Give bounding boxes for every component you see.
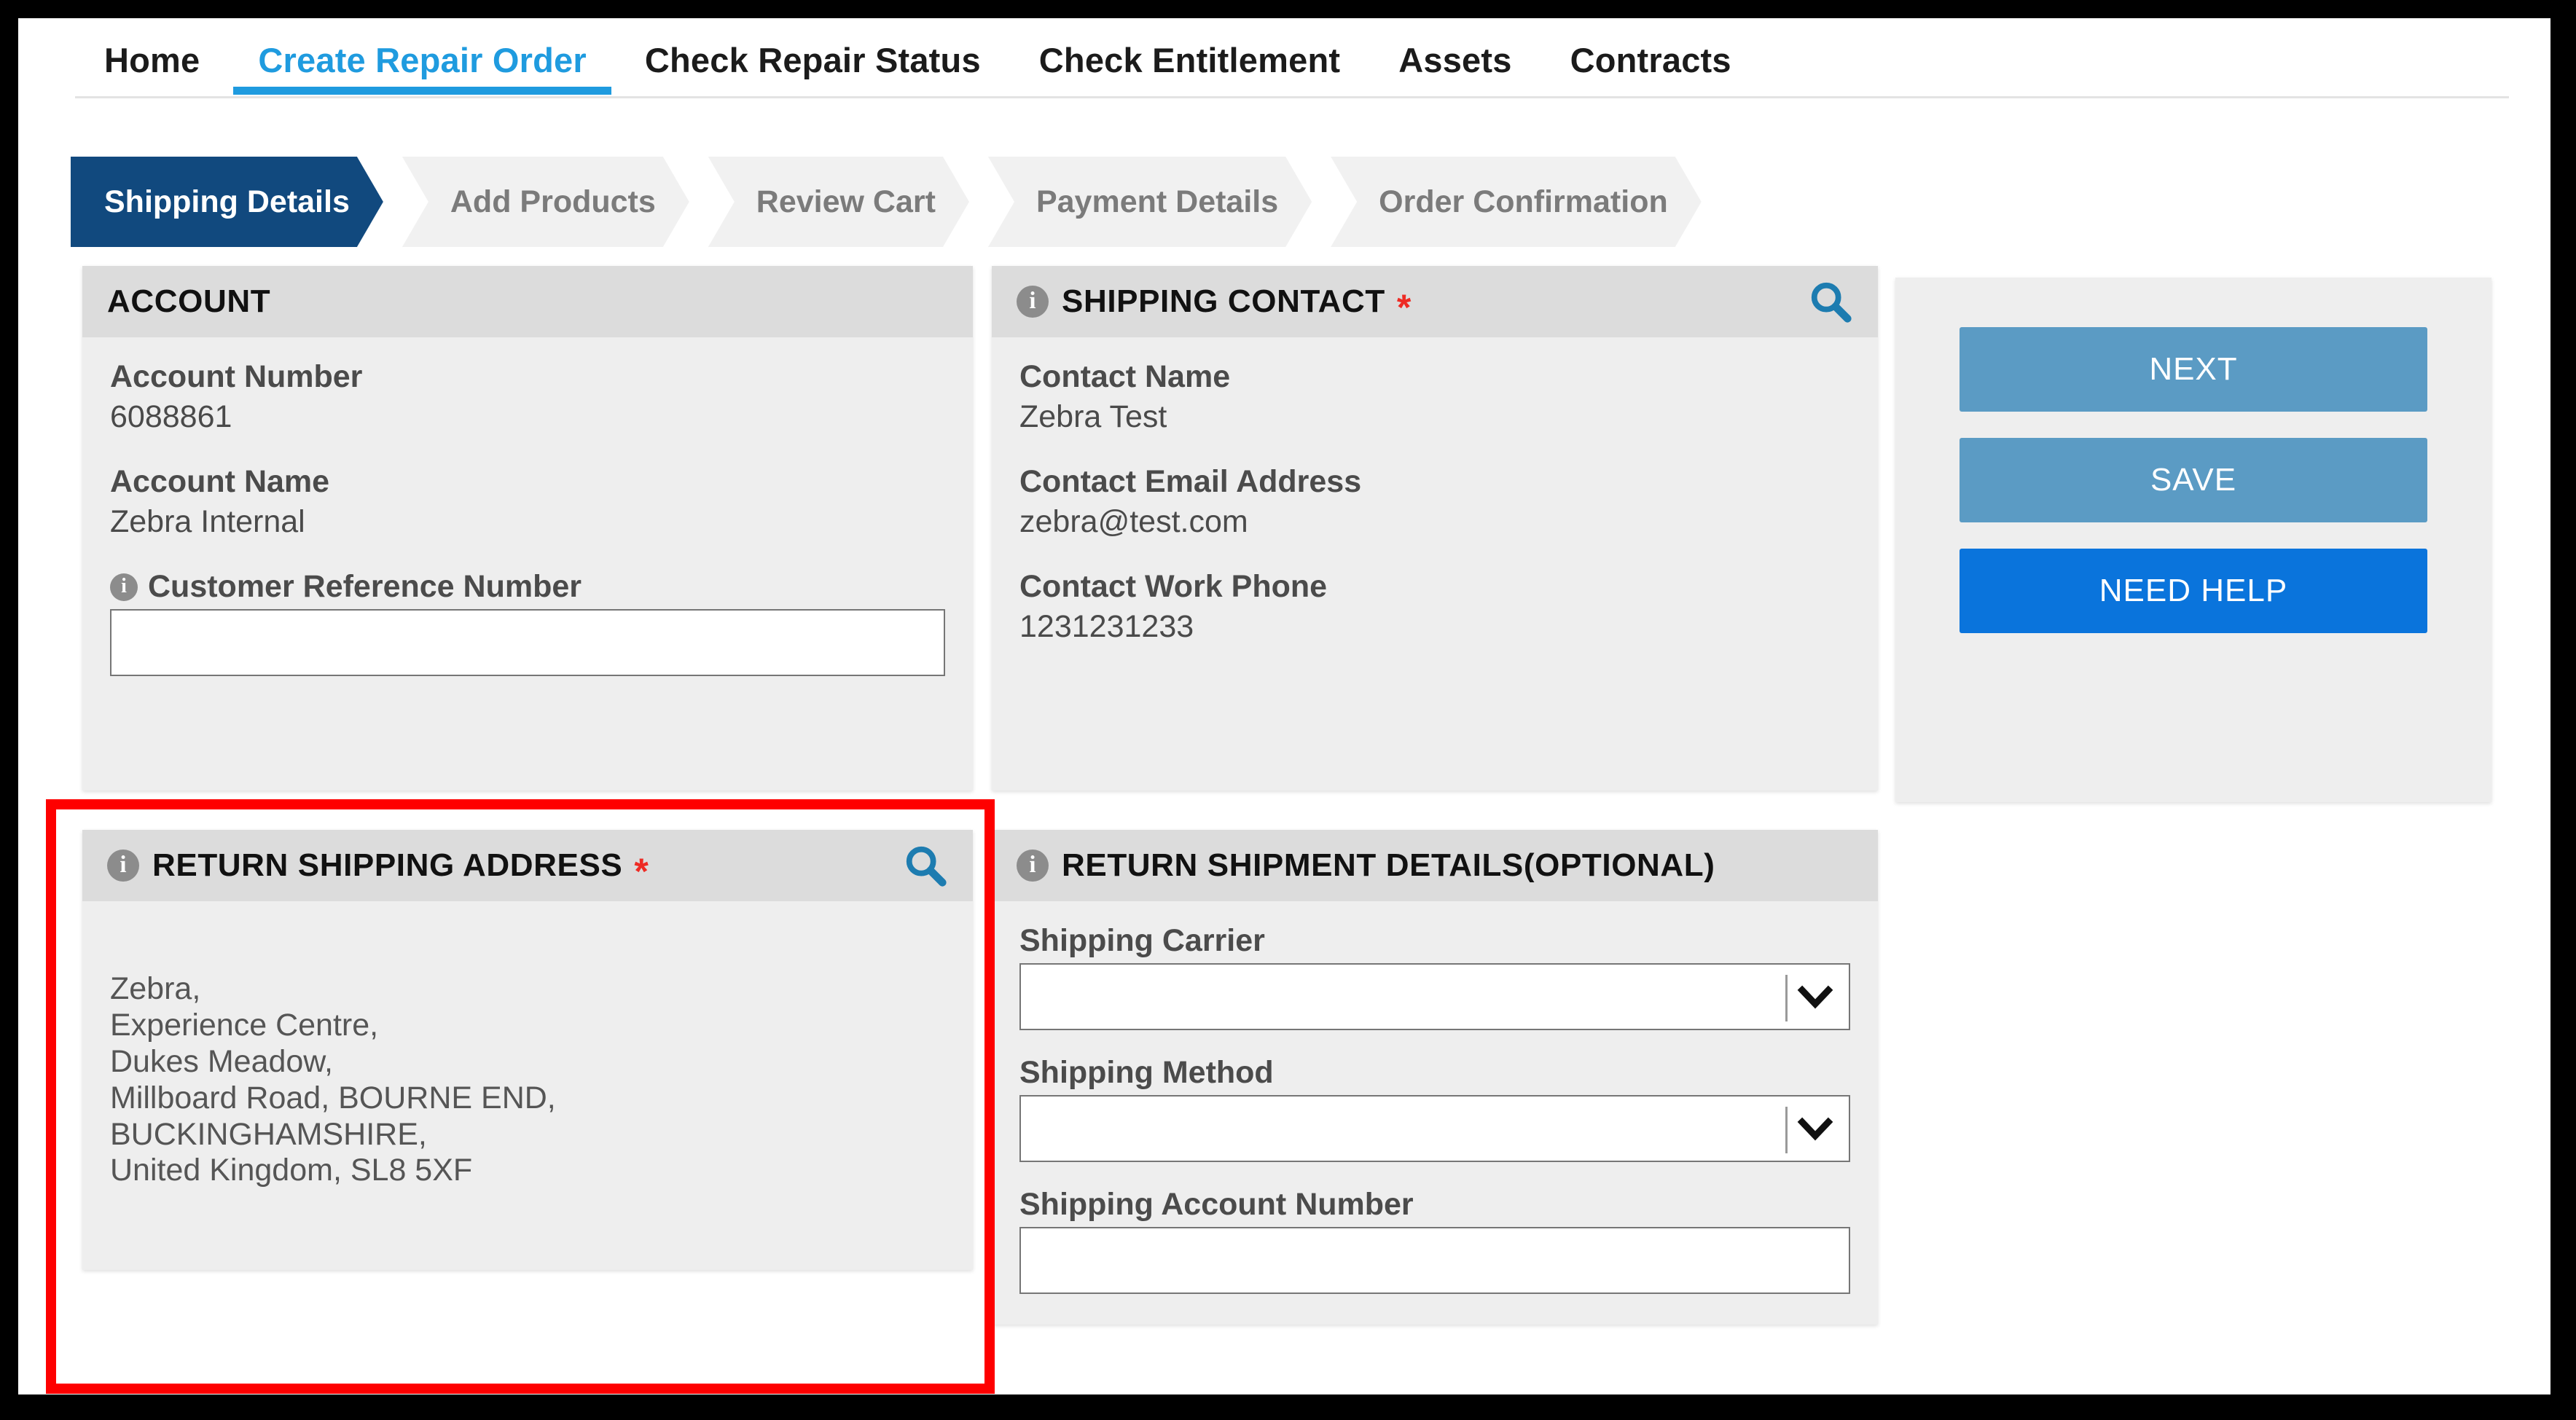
address-line: United Kingdom, SL8 5XF <box>110 1153 473 1188</box>
contact-work-phone-value: 1231231233 <box>1019 609 1194 644</box>
shipping-contact-title: SHIPPING CONTACT <box>1062 283 1385 319</box>
customer-reference-number-label: i Customer Reference Number <box>110 569 945 605</box>
nav-tab-check-repair-status[interactable]: Check Repair Status <box>616 18 1010 101</box>
nav-tab-home[interactable]: Home <box>75 18 229 101</box>
contact-email-label: Contact Email Address <box>1019 464 1362 499</box>
return-shipment-details-title: RETURN SHIPMENT DETAILS(OPTIONAL) <box>1062 847 1715 883</box>
wizard-steps: Shipping Details Add Products Review Car… <box>71 157 1720 247</box>
info-icon: i <box>1017 850 1049 882</box>
nav-tab-check-entitlement[interactable]: Check Entitlement <box>1010 18 1369 101</box>
account-panel: ACCOUNT Account Number 6088861 Account N… <box>82 266 973 791</box>
account-number-label: Account Number <box>110 359 363 394</box>
select-divider <box>1785 975 1788 1021</box>
search-icon[interactable] <box>903 843 948 888</box>
address-line: Millboard Road, BOURNE END, <box>110 1080 556 1115</box>
account-panel-header: ACCOUNT <box>82 266 973 337</box>
shipping-contact-body: Contact Name Zebra Test Contact Email Ad… <box>992 337 1878 671</box>
return-shipping-address-body: Zebra, Experience Centre, Dukes Meadow, … <box>82 901 973 1270</box>
next-button[interactable]: NEXT <box>1960 327 2427 412</box>
info-icon-glyph: i <box>120 851 127 878</box>
shipping-contact-header: i SHIPPING CONTACT * <box>992 266 1878 337</box>
return-shipping-address-title: RETURN SHIPPING ADDRESS <box>152 847 623 883</box>
contact-email-value: zebra@test.com <box>1019 504 1248 539</box>
return-shipment-details-body: Shipping Carrier Shipping Method Shippin… <box>992 901 1878 1325</box>
account-panel-title: ACCOUNT <box>107 283 271 319</box>
required-marker: * <box>634 851 649 892</box>
address-line: Dukes Meadow, <box>110 1043 333 1079</box>
nav-tab-list: Home Create Repair Order Check Repair St… <box>75 18 1761 101</box>
customer-reference-number-label-text: Customer Reference Number <box>148 569 582 604</box>
need-help-button[interactable]: NEED HELP <box>1960 549 2427 633</box>
shipping-method-select[interactable] <box>1019 1095 1850 1162</box>
wizard-step-review-cart[interactable]: Review Cart <box>708 157 969 247</box>
main-navigation: Home Create Repair Order Check Repair St… <box>18 18 2550 101</box>
wizard-step-add-products[interactable]: Add Products <box>402 157 689 247</box>
account-number-value: 6088861 <box>110 399 232 434</box>
contact-name-label: Contact Name <box>1019 359 1231 394</box>
right-column: NEXT SAVE NEED HELP <box>1895 278 2491 802</box>
info-icon-glyph: i <box>121 574 127 597</box>
info-icon: i <box>107 850 139 882</box>
info-icon-glyph: i <box>1029 851 1036 878</box>
info-icon-glyph: i <box>1029 287 1036 314</box>
chevron-down-icon <box>1797 985 1833 1009</box>
shipping-contact-panel: i SHIPPING CONTACT * Contact Name Zebra … <box>992 266 1878 791</box>
contact-name-value: Zebra Test <box>1019 399 1167 434</box>
account-name-label: Account Name <box>110 464 330 499</box>
nav-tab-assets[interactable]: Assets <box>1369 18 1540 101</box>
select-divider <box>1785 1107 1788 1153</box>
return-shipment-details-header: i RETURN SHIPMENT DETAILS(OPTIONAL) <box>992 830 1878 901</box>
customer-reference-number-input[interactable] <box>110 609 945 676</box>
wizard-step-payment-details[interactable]: Payment Details <box>988 157 1312 247</box>
shipping-carrier-label: Shipping Carrier <box>1019 923 1265 958</box>
shipping-account-number-input[interactable] <box>1019 1227 1850 1294</box>
nav-divider <box>75 96 2509 98</box>
left-column: ACCOUNT Account Number 6088861 Account N… <box>82 266 973 1270</box>
required-marker: * <box>1396 287 1412 328</box>
return-shipping-address-panel: i RETURN SHIPPING ADDRESS * Zebra, Exper… <box>82 830 973 1270</box>
save-button[interactable]: SAVE <box>1960 438 2427 522</box>
return-shipping-address-header: i RETURN SHIPPING ADDRESS * <box>82 830 973 901</box>
contact-work-phone-label: Contact Work Phone <box>1019 569 1328 604</box>
nav-tab-contracts[interactable]: Contracts <box>1541 18 1761 101</box>
actions-panel: NEXT SAVE NEED HELP <box>1895 278 2491 802</box>
return-shipment-details-panel: i RETURN SHIPMENT DETAILS(OPTIONAL) Ship… <box>992 830 1878 1325</box>
shipping-account-number-label: Shipping Account Number <box>1019 1187 1414 1222</box>
nav-tab-create-repair-order[interactable]: Create Repair Order <box>229 18 615 101</box>
middle-column: i SHIPPING CONTACT * Contact Name Zebra … <box>992 266 1878 1325</box>
address-line: BUCKINGHAMSHIRE, <box>110 1116 427 1152</box>
wizard-step-shipping-details[interactable]: Shipping Details <box>71 157 383 247</box>
wizard-step-order-confirmation[interactable]: Order Confirmation <box>1331 157 1702 247</box>
address-line: Experience Centre, <box>110 1007 379 1043</box>
info-icon: i <box>110 573 138 601</box>
chevron-down-icon <box>1797 1117 1833 1141</box>
account-name-value: Zebra Internal <box>110 504 305 539</box>
address-line: Zebra, <box>110 971 201 1006</box>
app-window: Home Create Repair Order Check Repair St… <box>18 18 2550 1394</box>
shipping-method-label: Shipping Method <box>1019 1055 1274 1090</box>
search-icon[interactable] <box>1808 279 1853 324</box>
shipping-carrier-select[interactable] <box>1019 963 1850 1030</box>
account-panel-body: Account Number 6088861 Account Name Zebr… <box>82 337 973 702</box>
info-icon: i <box>1017 286 1049 318</box>
